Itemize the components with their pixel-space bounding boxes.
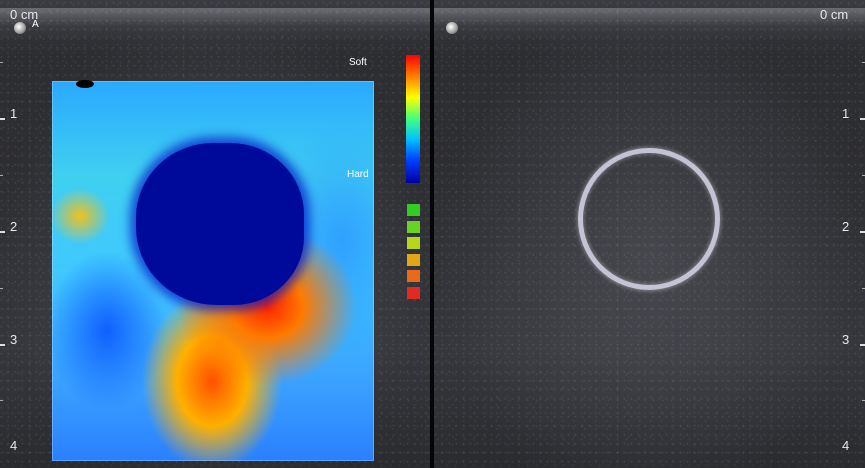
quality-square (407, 287, 420, 299)
depth-tick (0, 344, 5, 346)
depth-label-3: 3 (842, 332, 850, 347)
elastography-color-map (52, 81, 374, 461)
scale-soft-label: Soft (349, 57, 367, 68)
quality-square (407, 253, 420, 266)
left-ultrasound-pane: A 0 cm 1 2 3 4 Soft Hard (0, 0, 430, 468)
depth-label-1: 1 (842, 106, 850, 121)
depth-label-2: 2 (10, 219, 18, 234)
depth-tick (0, 118, 5, 120)
depth-zero-label: 0 cm (10, 7, 39, 22)
hard-lesion-region (136, 143, 304, 305)
depth-tick (860, 344, 865, 346)
quality-square (407, 220, 420, 233)
depth-tick-minor (0, 62, 3, 63)
probe-orientation-icon (446, 22, 458, 34)
depth-tick (860, 231, 865, 233)
quality-square (407, 237, 420, 250)
quality-square (407, 204, 420, 216)
artifact-spot (76, 80, 94, 88)
depth-tick-minor (0, 175, 3, 176)
depth-label-2: 2 (842, 219, 850, 234)
depth-label-3: 3 (10, 332, 18, 347)
depth-tick (0, 231, 5, 233)
lesion-ring (578, 148, 720, 290)
depth-label-4: 4 (842, 438, 850, 453)
scale-hard-label: Hard (347, 169, 369, 180)
elasticity-colorbar (406, 55, 420, 183)
quality-square (407, 270, 420, 283)
depth-tick-minor (0, 400, 3, 401)
depth-label-4: 4 (10, 438, 18, 453)
depth-tick (860, 118, 865, 120)
depth-tick-minor (0, 288, 3, 289)
depth-label-1: 1 (10, 106, 18, 121)
probe-orientation-icon (14, 22, 26, 34)
depth-zero-label: 0 cm (820, 7, 849, 22)
